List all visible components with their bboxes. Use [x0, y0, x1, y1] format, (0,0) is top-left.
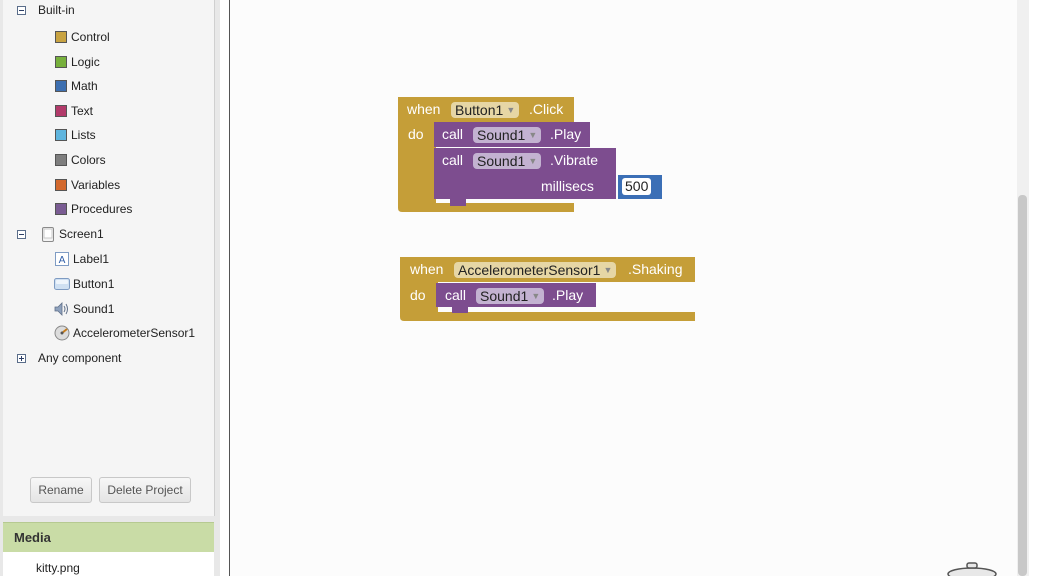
component-label: Label1	[73, 252, 110, 266]
workspace-scrollbar[interactable]	[1017, 0, 1029, 576]
button-icon	[54, 276, 70, 292]
component-label: Button1	[73, 277, 115, 291]
method-name: .Play	[552, 287, 584, 303]
block-shapes	[398, 97, 695, 321]
component-button1[interactable]: Button1	[54, 274, 114, 294]
logic-swatch-icon	[55, 56, 67, 68]
drawer-label: Text	[71, 104, 94, 118]
tree-builtin[interactable]: Built-in	[17, 0, 75, 20]
event-name: .Shaking	[628, 261, 683, 277]
colors-swatch-icon	[55, 154, 67, 166]
media-item[interactable]: kitty.png	[36, 561, 80, 575]
method-name: .Play	[550, 126, 582, 142]
drawer-logic[interactable]: Logic	[55, 52, 100, 72]
svg-text:A: A	[59, 255, 66, 266]
drawer-lists[interactable]: Lists	[55, 125, 96, 145]
when-keyword: when	[407, 101, 441, 117]
variables-swatch-icon	[55, 179, 67, 191]
lists-swatch-icon	[55, 129, 67, 141]
number-field[interactable]: 500	[622, 178, 652, 195]
dropdown-value: Sound1	[477, 127, 526, 143]
drawer-label: Math	[71, 79, 98, 93]
drawer-procedures[interactable]: Procedures	[55, 199, 132, 219]
component-label1[interactable]: A Label1	[54, 249, 109, 269]
call-keyword: call	[442, 126, 464, 142]
tree-screen1[interactable]: Screen1	[17, 224, 104, 244]
component-accelerometer[interactable]: AccelerometerSensor1	[54, 323, 195, 343]
drawer-label: Control	[71, 30, 110, 44]
collapse-icon[interactable]	[17, 229, 26, 239]
screen-icon	[40, 226, 56, 242]
drawer-label: Logic	[71, 55, 100, 69]
dropdown-value: AccelerometerSensor1	[458, 262, 601, 278]
drawer-variables[interactable]: Variables	[55, 175, 120, 195]
dropdown-value: Sound1	[480, 288, 529, 304]
param-label: millisecs	[541, 178, 594, 194]
dropdown-value: Button1	[455, 102, 504, 118]
component-dropdown-sound1[interactable]: Sound1 ▼	[473, 127, 542, 143]
expand-icon[interactable]	[17, 353, 26, 363]
component-dropdown-accelerometer[interactable]: AccelerometerSensor1 ▼	[454, 262, 617, 278]
scrollbar-thumb[interactable]	[1018, 195, 1027, 576]
dropdown-arrow-icon: ▼	[531, 291, 541, 301]
collapse-icon[interactable]	[17, 5, 26, 15]
component-dropdown-sound1[interactable]: Sound1 ▼	[476, 288, 545, 304]
procedures-swatch-icon	[55, 203, 67, 215]
component-dropdown-button1[interactable]: Button1 ▼	[451, 102, 520, 118]
component-label: Sound1	[73, 302, 115, 316]
right-edge	[1029, 0, 1038, 576]
math-swatch-icon	[55, 80, 67, 92]
dropdown-arrow-icon: ▼	[506, 105, 516, 115]
call-keyword: call	[442, 152, 464, 168]
media-header: Media	[3, 522, 214, 552]
do-keyword: do	[408, 126, 424, 142]
blocks-workspace[interactable]: when Button1 ▼ .Click do call Sound1 ▼ .Pl…	[229, 0, 1018, 576]
delete-project-button[interactable]: Delete Project	[99, 477, 191, 503]
drawer-label: Lists	[71, 128, 96, 142]
component-dropdown-sound1[interactable]: Sound1 ▼	[473, 153, 542, 169]
drawer-label: Variables	[71, 178, 121, 192]
event-name: .Click	[529, 101, 564, 117]
control-swatch-icon	[55, 31, 67, 43]
any-component-label: Any component	[38, 351, 122, 365]
rename-button[interactable]: Rename	[30, 477, 92, 503]
builtin-label: Built-in	[38, 3, 75, 17]
when-keyword: when	[410, 261, 444, 277]
tree-any-component[interactable]: Any component	[17, 348, 121, 368]
drawer-control[interactable]: Control	[55, 27, 110, 47]
drawer-label: Procedures	[71, 202, 133, 216]
drawer-text[interactable]: Text	[55, 101, 93, 121]
component-label: AccelerometerSensor1	[73, 326, 196, 340]
do-keyword: do	[410, 287, 426, 303]
drawer-math[interactable]: Math	[55, 76, 98, 96]
dropdown-value: Sound1	[477, 153, 526, 169]
call-keyword: call	[445, 287, 467, 303]
speaker-icon	[54, 301, 70, 317]
dropdown-arrow-icon: ▼	[528, 130, 538, 140]
accelerometer-icon	[54, 325, 70, 341]
dropdown-arrow-icon: ▼	[603, 265, 613, 275]
blocks-panel: Built-in Control Logic Math Text Lists C…	[0, 0, 220, 576]
drawer-colors[interactable]: Colors	[55, 150, 106, 170]
drawer-label: Colors	[71, 153, 106, 167]
text-swatch-icon	[55, 105, 67, 117]
media-list: kitty.png	[3, 552, 214, 576]
label-icon: A	[54, 251, 70, 267]
method-name: .Vibrate	[550, 152, 598, 168]
component-sound1[interactable]: Sound1	[54, 299, 114, 319]
dropdown-arrow-icon: ▼	[528, 156, 538, 166]
screen-label: Screen1	[59, 227, 104, 241]
blocks-tree: Built-in Control Logic Math Text Lists C…	[3, 0, 215, 516]
trash-can-icon[interactable]	[946, 562, 1002, 576]
